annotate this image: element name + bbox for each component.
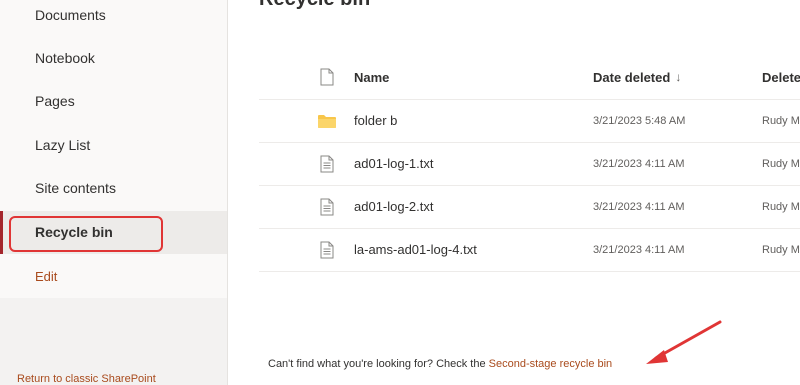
file-type-icon <box>320 68 334 86</box>
nav-item-recycle-bin[interactable]: Recycle bin <box>0 211 227 254</box>
nav-edit-link[interactable]: Edit <box>0 255 227 298</box>
item-date-deleted: 3/21/2023 5:48 AM <box>593 114 686 127</box>
text-file-icon <box>320 198 334 215</box>
item-date-deleted: 3/21/2023 4:11 AM <box>593 200 685 213</box>
red-arrow-annotation <box>646 320 722 364</box>
item-name[interactable]: la-ams-ad01-log-4.txt <box>354 228 477 271</box>
return-to-classic-link[interactable]: Return to classic SharePoint <box>17 373 156 385</box>
date-deleted-column-header[interactable]: Date deleted ↓ <box>593 55 681 99</box>
second-stage-recycle-bin-link[interactable]: Second-stage recycle bin <box>489 358 613 370</box>
page-title: Recycle bin <box>259 0 370 11</box>
nav-item-lazy-list[interactable]: Lazy List <box>0 124 227 167</box>
nav-item-documents[interactable]: Documents <box>0 0 227 37</box>
left-navigation: Documents Notebook Pages Lazy List Site … <box>0 0 228 385</box>
folder-icon-cell <box>317 99 337 142</box>
deleted-by-column-header[interactable]: Delete <box>762 55 800 99</box>
sharepoint-recycle-bin-page: Documents Notebook Pages Lazy List Site … <box>0 0 800 385</box>
table-row[interactable]: ad01-log-1.txt 3/21/2023 4:11 AM Rudy M <box>259 142 800 186</box>
item-name[interactable]: folder b <box>354 99 397 142</box>
table-row[interactable]: ad01-log-2.txt 3/21/2023 4:11 AM Rudy M <box>259 185 800 229</box>
second-stage-hint: Can't find what you're looking for? Chec… <box>268 358 612 370</box>
text-file-icon-cell <box>317 142 337 185</box>
date-deleted-header-label: Date deleted <box>593 69 671 85</box>
item-deleted-by: Rudy M <box>762 157 800 170</box>
text-file-icon-cell <box>317 185 337 228</box>
file-type-column-header[interactable] <box>317 55 337 99</box>
table-row[interactable]: la-ams-ad01-log-4.txt 3/21/2023 4:11 AM … <box>259 228 800 272</box>
item-deleted-by: Rudy M <box>762 114 800 127</box>
table-header-row: Name Date deleted ↓ Delete <box>259 55 800 100</box>
item-name[interactable]: ad01-log-1.txt <box>354 142 434 185</box>
sort-descending-icon: ↓ <box>675 70 682 84</box>
name-column-header[interactable]: Name <box>354 55 389 99</box>
text-file-icon-cell <box>317 228 337 271</box>
nav-item-site-contents[interactable]: Site contents <box>0 167 227 210</box>
text-file-icon <box>320 241 334 258</box>
item-date-deleted: 3/21/2023 4:11 AM <box>593 157 685 170</box>
nav-item-pages[interactable]: Pages <box>0 80 227 123</box>
table-row[interactable]: folder b 3/21/2023 5:48 AM Rudy M <box>259 99 800 143</box>
item-deleted-by: Rudy M <box>762 243 800 256</box>
item-name[interactable]: ad01-log-2.txt <box>354 185 434 228</box>
item-deleted-by: Rudy M <box>762 200 800 213</box>
nav-list: Documents Notebook Pages Lazy List Site … <box>0 0 227 298</box>
nav-item-notebook[interactable]: Notebook <box>0 37 227 80</box>
folder-icon <box>318 114 336 128</box>
text-file-icon <box>320 155 334 172</box>
item-date-deleted: 3/21/2023 4:11 AM <box>593 243 685 256</box>
second-stage-prompt: Can't find what you're looking for? Chec… <box>268 358 489 370</box>
